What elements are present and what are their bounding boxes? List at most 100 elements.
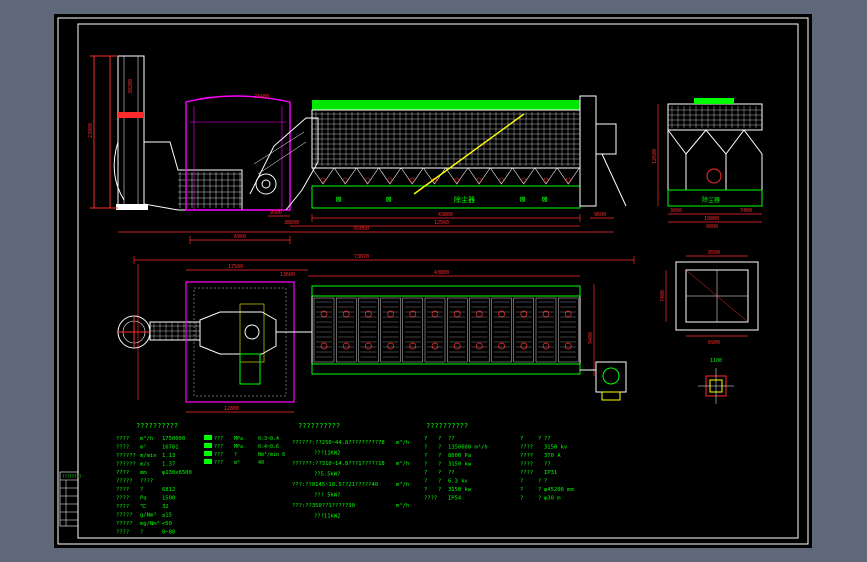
plan-filter-cells <box>313 297 579 363</box>
table1-cell: 0~80 <box>162 530 175 536</box>
table3-cell: 6.3 kv <box>448 479 469 485</box>
table3-cell: 8000 Pa <box>448 453 471 459</box>
table1-sub-marker <box>204 451 212 456</box>
table1-sub-cell: ? <box>234 452 237 458</box>
magenta-structure <box>185 95 291 211</box>
table2-cell: ???11kW2 <box>314 514 341 520</box>
stack-height-label: 30200 <box>128 79 134 94</box>
table3-cell: ? <box>544 479 547 485</box>
bag-filter-icon-b: ⊠ <box>386 195 391 205</box>
table2: ??????:??250~44.8?????????78 m³/h ???11KW2… <box>292 439 409 520</box>
table3-left: ?????? 1350000 m³/h?? 8000 Pa?? 3150 kw????… <box>424 436 488 502</box>
table3-cell: φ30 m <box>544 496 561 502</box>
inlet-duct <box>143 141 243 211</box>
table2-cell: ???:??0145~18.5??21?????40 <box>292 482 378 488</box>
side-dim-right: 7400 <box>740 208 752 214</box>
table1-cell: ?????? <box>116 462 136 468</box>
plan-dim-mid: 13600 <box>280 272 295 278</box>
table3-cell: ? <box>438 436 441 442</box>
duct-grid <box>178 172 242 208</box>
plan-dim-total: 73070 <box>354 254 369 260</box>
elev-dim-8: 23400 <box>254 94 269 100</box>
side-bag-label: 除尘器 <box>702 196 720 204</box>
table3-cell: 3150 kw <box>448 462 472 468</box>
table1-cell: mg/Nm³ <box>140 520 160 527</box>
table1-cell: ? <box>140 530 143 536</box>
side-dim-bottom: 10800 <box>704 216 719 222</box>
table3-cell: ? <box>520 487 523 493</box>
plan-dim-left: 17500 <box>228 264 243 270</box>
table1-sub-cell: ??? <box>214 460 223 466</box>
table2-cell: ??5.5kW? <box>314 472 341 478</box>
table1-cell: 32 <box>162 504 169 510</box>
table3-cell: IP31 <box>544 470 557 476</box>
side-dim-left: 3000 <box>670 208 682 214</box>
table1-sub: ??? MPa 0.3~0.4??? MPa 0.4~0.6???? Nm³/min 6?… <box>204 435 285 466</box>
table1-cell: ???? <box>116 445 129 451</box>
table1-cell: m³/h <box>140 435 153 442</box>
bag-filter-icon-c: ⊠ <box>520 195 525 205</box>
table2-cell: ??????:??310~14.8???1?????18 <box>292 461 385 467</box>
table3-cell: ?? <box>544 436 551 442</box>
table3-cell: ???? <box>520 445 533 451</box>
table1-cell: <50 <box>162 521 172 527</box>
table1-cell: ???? <box>116 504 129 510</box>
table3-cell: ? <box>438 470 441 476</box>
table3-cell: ? <box>424 445 427 451</box>
table3-cell: 3150 kv <box>544 445 568 451</box>
bag-filter-label: 除尘器 <box>454 195 475 204</box>
elevation-view: 30200 23980 ⊠ ⊠ 除尘器 ⊠ ⊠ 43800 12560 3860… <box>88 55 627 244</box>
side-grid <box>668 106 762 128</box>
bag-filter-icon-d: ⊠ <box>542 195 547 205</box>
table3-cell: ? <box>424 479 427 485</box>
table3-cell: IP54 <box>448 496 462 502</box>
table1-sub-cell: MPa <box>234 436 243 442</box>
table2-cell: ???:??350??1?????30 <box>292 503 355 509</box>
table3-cell: ?? <box>448 436 455 442</box>
table3-cell: 1350000 m³/h <box>448 444 488 451</box>
table2-unit: m³/h <box>396 439 409 446</box>
table1-cell: g/Nm³ <box>140 512 157 519</box>
drawing-sheet: 30200 23980 ⊠ ⊠ 除尘器 ⊠ ⊠ 43800 12560 3860… <box>54 14 812 548</box>
table1-sub-marker <box>204 435 212 440</box>
table1-cell: m/min <box>140 453 157 459</box>
elev-dim-6: 9500 <box>270 210 282 216</box>
table3-cell: ? <box>438 487 441 493</box>
table1-cell: 1750000 <box>162 436 185 442</box>
elev-dim-3: 38600 <box>284 220 299 226</box>
table1-cell: 16781 <box>162 445 179 451</box>
table3-title: ?????????? <box>426 422 468 430</box>
table1-cell: ?????? <box>116 453 136 459</box>
table2-unit: m³/h <box>396 460 409 467</box>
table3-cell: ???? <box>520 462 533 468</box>
elev-dim-1: 43800 <box>438 212 453 218</box>
table3-cell: ? <box>424 470 427 476</box>
table3-cell: φ45200 mm <box>544 487 574 493</box>
title-block <box>59 471 79 527</box>
table1-sub-marker <box>204 459 212 464</box>
table1-sub-cell: ??? <box>214 452 223 458</box>
cad-drawing: 30200 23980 ⊠ ⊠ 除尘器 ⊠ ⊠ 43800 12560 3860… <box>57 17 809 545</box>
plan-filter-body <box>311 285 581 375</box>
table3-cell: ? <box>424 487 427 493</box>
elev-dim-4: 9600 <box>594 212 606 218</box>
table1-cell: 1.13 <box>162 453 175 459</box>
table1-sub-cell: Nm³/min 6 <box>258 452 285 458</box>
table1-cell: ????? <box>116 521 133 527</box>
table1-cell: ? <box>140 487 143 493</box>
table3-cell: ? <box>438 462 441 468</box>
table1-cell: 1.37 <box>162 462 175 468</box>
table1-sub-cell: ??? <box>214 436 223 442</box>
table1-sub-cell: 40 <box>258 460 264 466</box>
elev-dim-5: 65050 <box>354 226 369 232</box>
table1-cell: φ130x6500 <box>162 470 192 476</box>
table3-cell: ? <box>538 487 541 493</box>
table2-cell: ??? 5kW? <box>314 493 341 499</box>
filter-grid <box>312 112 580 166</box>
table2-cell: ??????:??250~44.8?????????78 <box>292 440 385 446</box>
plan-view <box>117 256 635 413</box>
detail-views <box>665 255 759 404</box>
table1-sub-cell: MPa <box>234 444 243 450</box>
table3-cell: ? <box>520 436 523 442</box>
table3-cell: ? <box>538 496 541 502</box>
